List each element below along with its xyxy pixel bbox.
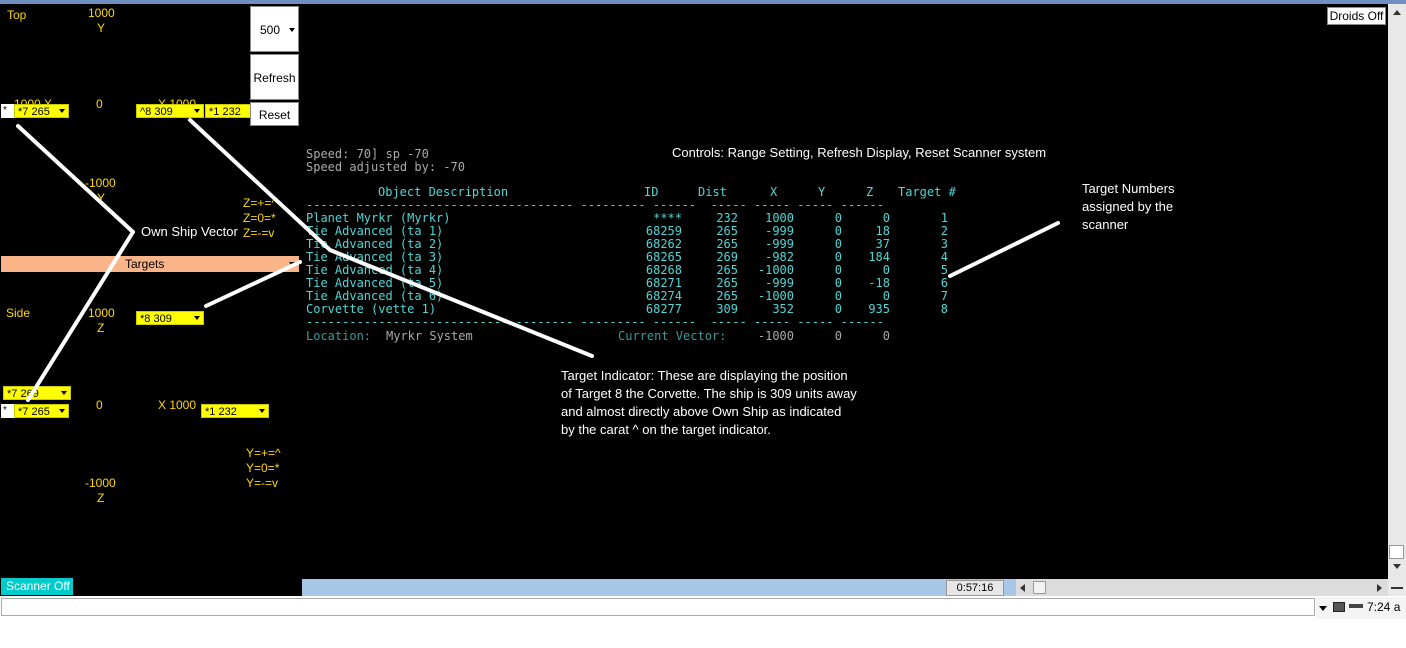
- tray-clock: 7:24 a: [1367, 600, 1401, 614]
- h-scroll-thumb[interactable]: [1033, 581, 1046, 594]
- minimize-icon[interactable]: [1391, 587, 1403, 589]
- scanner-off-button[interactable]: Scanner Off: [1, 578, 73, 595]
- target-numbers-line: Target Numbers: [1082, 181, 1175, 196]
- scroll-down-icon[interactable]: [1393, 564, 1401, 569]
- network-icon[interactable]: [1349, 604, 1363, 608]
- scroll-right-icon[interactable]: [1377, 584, 1382, 592]
- printer-icon[interactable]: [1333, 602, 1345, 612]
- target-numbers-arrow: [948, 221, 1060, 278]
- indicator-note-line: and almost directly above Own Ship as in…: [561, 404, 842, 419]
- target-numbers-line: scanner: [1082, 217, 1129, 232]
- own-ship-note: Own Ship Vector: [141, 224, 238, 239]
- controls-note: Controls: Range Setting, Refresh Display…: [672, 145, 1047, 160]
- indicator-arrow-side: [204, 260, 302, 308]
- droids-off-button[interactable]: Droids Off: [1327, 7, 1386, 25]
- annotation-lines: [16, 118, 1060, 402]
- command-input[interactable]: [1, 598, 1315, 616]
- target-numbers-note: Target Numbers assigned by the scanner: [1082, 180, 1174, 234]
- indicator-note-line: Target Indicator: These are displaying t…: [561, 368, 848, 383]
- progress-fill: [302, 579, 1016, 596]
- indicator-note-line: of Target 8 the Corvette. The ship is 30…: [561, 386, 857, 401]
- tray-expand-icon[interactable]: [1319, 606, 1327, 611]
- target-numbers-line: assigned by the: [1082, 199, 1174, 214]
- scroll-left-icon[interactable]: [1020, 584, 1025, 592]
- scroll-thumb[interactable]: [1389, 545, 1404, 559]
- own-ship-arrow-top: [16, 124, 135, 234]
- indicator-note: Target Indicator: These are displaying t…: [561, 367, 857, 439]
- indicator-arrow-top-2: [328, 248, 594, 358]
- elapsed-time: 0:57:16: [946, 580, 1004, 596]
- vertical-scrollbar[interactable]: [1388, 4, 1406, 596]
- indicator-note-line: by the carat ^ on the target indicator.: [561, 422, 771, 437]
- own-ship-arrow-side: [26, 230, 135, 402]
- system-tray: 7:24 a: [1316, 597, 1406, 619]
- scroll-up-icon[interactable]: [1393, 10, 1401, 15]
- horizontal-scrollbar[interactable]: 0:57:16: [302, 579, 1388, 596]
